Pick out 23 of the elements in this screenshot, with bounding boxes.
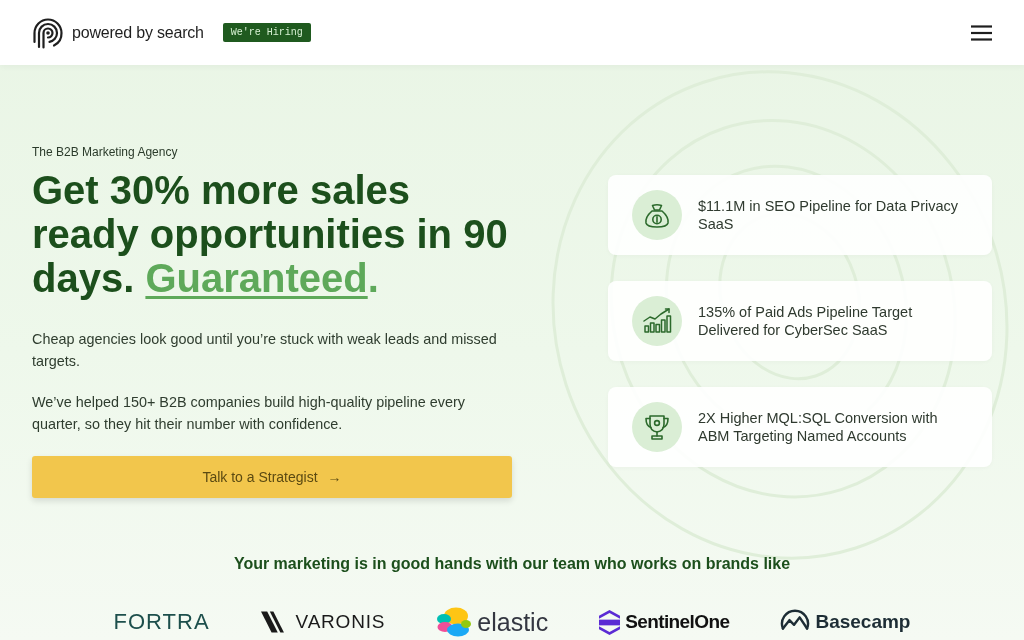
brand-wordmark: elastic <box>477 607 549 637</box>
brand-wordmark: FORTRA <box>113 608 210 636</box>
logo-icon[interactable] <box>32 16 64 49</box>
brand-wordmark: SentinelOne <box>625 610 730 634</box>
menu-icon[interactable] <box>971 24 992 41</box>
brand-wordmark: VARONIS <box>295 610 386 634</box>
hiring-badge[interactable]: We're Hiring <box>222 23 311 42</box>
result-text: $11.1M in SEO Pipeline for Data Privacy SaaS <box>698 196 960 234</box>
logo-text[interactable]: powered by search <box>72 23 204 42</box>
money-bag-icon <box>632 190 682 240</box>
result-text: 2X Higher MQL:SQL Conversion with ABM Targeting Named Accounts <box>698 408 939 446</box>
brand-wordmark: Basecamp <box>815 610 911 634</box>
bar-chart-icon <box>632 296 682 346</box>
chevron-stack-icon <box>599 609 621 635</box>
strategist-button[interactable]: Talk to a Strategist → <box>32 456 512 498</box>
tagline: The B2B Marketing Agency <box>32 144 179 160</box>
result-text: 135% of Paid Ads Pipeline Target Delivered for CyberSec SaaS <box>698 302 914 340</box>
intro-paragraph: We’ve helped 150+ B2B companies build high-quality pipeline every quarter, so they hit their number with confidence. <box>32 393 466 434</box>
brands-heading: Your marketing is in good hands with our team who works on brands like <box>232 554 792 574</box>
flower-icon <box>436 607 473 637</box>
headline: Get 30% more sales ready opportunities in 90 days. Guaranteed. <box>32 168 509 300</box>
trophy-icon <box>632 402 682 452</box>
intro-paragraph: Cheap agencies look good until you’re stuck with weak leads and missed targets. <box>32 330 498 371</box>
